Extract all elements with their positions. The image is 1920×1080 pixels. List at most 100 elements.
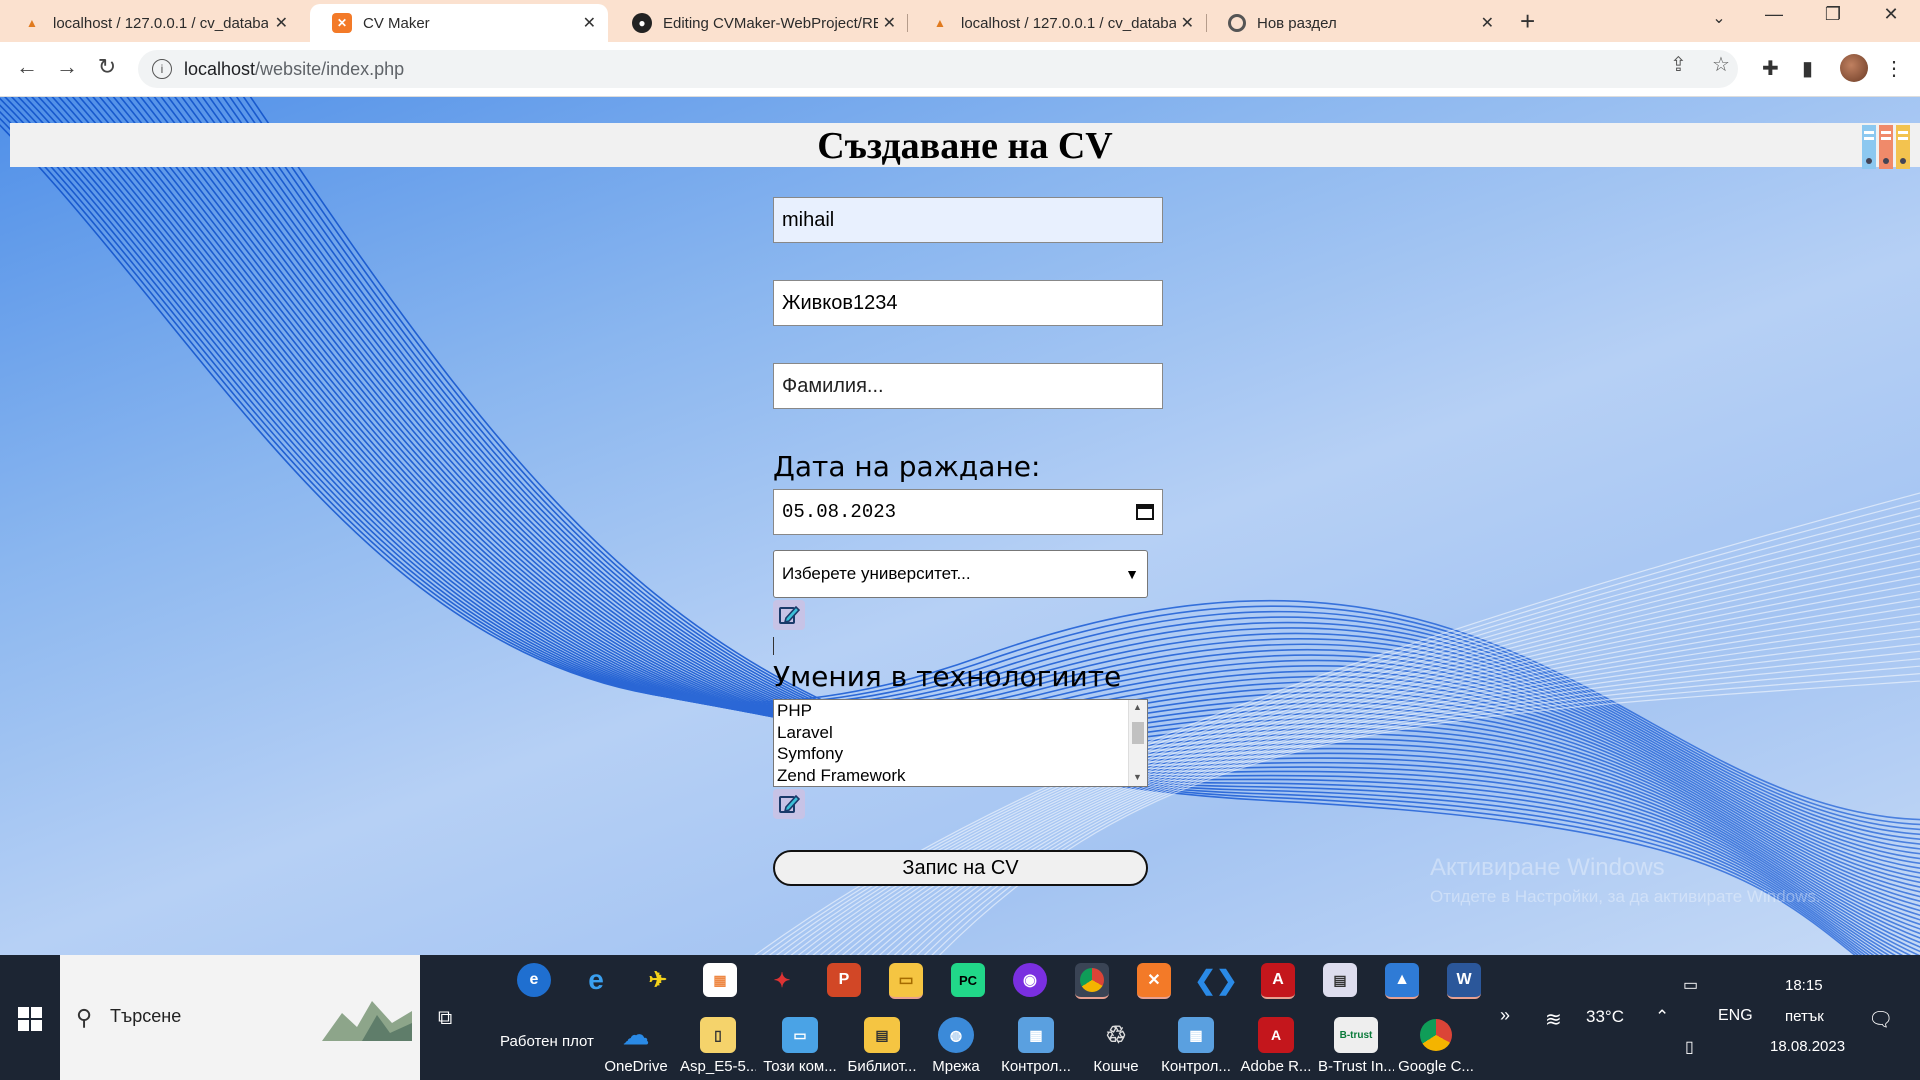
- phpmyadmin-icon: ▲: [934, 16, 946, 30]
- desktop-app-recycle-bin[interactable]: ♲ Кошче: [1078, 1017, 1154, 1076]
- calendar-icon[interactable]: [1136, 504, 1154, 520]
- menu-icon[interactable]: ⋮: [1884, 56, 1904, 81]
- tab-phpmyadmin-1[interactable]: ▲ localhost / 127.0.0.1 / cv_databas ✕: [0, 4, 300, 42]
- notifications-icon[interactable]: 🗨: [1868, 1007, 1893, 1032]
- listbox-scrollbar[interactable]: ▲ ▼: [1128, 700, 1147, 786]
- tab-cv-maker[interactable]: ✕ CV Maker ✕: [310, 4, 608, 42]
- university-select[interactable]: Изберете университет... ▼: [773, 550, 1148, 598]
- side-panel-icon[interactable]: ▮: [1802, 56, 1813, 81]
- edit-university-button[interactable]: [773, 600, 805, 630]
- skill-option[interactable]: Zend Framework: [774, 765, 1147, 787]
- xampp-taskbar-icon[interactable]: ✕: [1137, 963, 1171, 999]
- tab-new-tab[interactable]: Нов раздел ✕: [1206, 4, 1506, 42]
- weather-temperature[interactable]: 33°C: [1586, 1007, 1624, 1027]
- scroll-down-icon[interactable]: ▼: [1133, 772, 1142, 782]
- browser-toolbar: ← → ↻ i localhost/website/index.php ⇪ ☆ …: [0, 42, 1920, 97]
- desktop-app-control-panel-2[interactable]: ▦ Контрол...: [1158, 1017, 1234, 1075]
- task-view-icon[interactable]: ⧉: [438, 1007, 452, 1030]
- device-icon[interactable]: ▯: [1685, 1037, 1694, 1057]
- taskbar-search-box[interactable]: ⚲ Търсене: [60, 955, 420, 1080]
- overflow-chevron-icon[interactable]: »: [1500, 1005, 1510, 1026]
- internet-explorer-icon[interactable]: e: [579, 963, 613, 997]
- edit-skills-button[interactable]: [773, 789, 805, 819]
- weather-icon[interactable]: ≋: [1545, 1007, 1562, 1032]
- birth-date-input[interactable]: 05.08.2023: [773, 489, 1163, 535]
- desktop-app-label: Библиот...: [847, 1058, 917, 1075]
- desktop-app-this-pc[interactable]: ▭ Този ком...: [762, 1017, 838, 1075]
- vscode-icon[interactable]: ❮❯: [1194, 963, 1238, 997]
- scroll-thumb[interactable]: [1132, 722, 1144, 744]
- extensions-icon[interactable]: ✚: [1762, 56, 1779, 81]
- desktop-app-adobe-reader[interactable]: A Adobe R...: [1238, 1017, 1314, 1075]
- desktop-app-google-chrome[interactable]: Google C...: [1398, 1017, 1474, 1075]
- skill-option[interactable]: PHP: [774, 700, 1147, 722]
- desktop-app-b-trust[interactable]: B-trust B-Trust In...: [1318, 1017, 1394, 1075]
- clock-time[interactable]: 18:15: [1785, 977, 1823, 994]
- bookmark-star-icon[interactable]: ☆: [1712, 52, 1730, 77]
- desktop-toolbar-label: Работен плот: [500, 1033, 594, 1050]
- save-cv-button[interactable]: Запис на CV: [773, 850, 1148, 886]
- clock-day[interactable]: петък: [1785, 1008, 1824, 1025]
- middle-name-input[interactable]: Живков1234: [773, 280, 1163, 326]
- clock-date[interactable]: 18.08.2023: [1770, 1038, 1845, 1055]
- site-info-icon[interactable]: i: [152, 59, 172, 79]
- chrome-running-icon[interactable]: [1075, 963, 1109, 999]
- new-tab-button[interactable]: +: [1520, 6, 1535, 37]
- pycharm-icon[interactable]: PC: [951, 963, 985, 997]
- minimize-button[interactable]: —: [1759, 4, 1789, 25]
- reload-button[interactable]: ↻: [92, 54, 122, 80]
- restore-button[interactable]: ❐: [1818, 4, 1848, 25]
- forward-button[interactable]: →: [52, 54, 82, 80]
- powerpoint-icon[interactable]: P: [827, 963, 861, 997]
- desktop-app-label: Adobe R...: [1240, 1058, 1312, 1075]
- github-icon: ●: [632, 13, 652, 33]
- close-icon[interactable]: ✕: [275, 13, 288, 33]
- desktop-app-libraries[interactable]: ▤ Библиот...: [844, 1017, 920, 1075]
- edge-icon[interactable]: e: [517, 963, 551, 997]
- scroll-up-icon[interactable]: ▲: [1133, 702, 1142, 712]
- desktop-app-label: Asp_E5-5...: [680, 1058, 756, 1075]
- tab-phpmyadmin-2[interactable]: ▲ localhost / 127.0.0.1 / cv_databas ✕: [908, 4, 1206, 42]
- search-placeholder: Търсене: [110, 1006, 182, 1026]
- game-app-icon[interactable]: ◉: [1013, 963, 1047, 997]
- close-icon[interactable]: ✕: [583, 13, 596, 33]
- tab-search-icon[interactable]: ⌄: [1704, 8, 1734, 28]
- address-bar[interactable]: i localhost/website/index.php: [138, 50, 1738, 88]
- cloud-icon: ☁: [623, 1019, 649, 1050]
- close-icon[interactable]: ✕: [1181, 13, 1194, 33]
- desktop-app-label: Контрол...: [1161, 1058, 1231, 1075]
- language-indicator[interactable]: ENG: [1718, 1007, 1753, 1025]
- compass-app-icon[interactable]: ✦: [765, 963, 799, 997]
- skills-listbox[interactable]: PHP Laravel Symfony Zend Framework ▲ ▼: [773, 699, 1148, 787]
- close-icon[interactable]: ✕: [883, 13, 896, 33]
- desktop-app-network[interactable]: ◍ Мрежа: [918, 1017, 994, 1075]
- adobe-reader-icon: A: [1258, 1017, 1294, 1053]
- desktop-app-onedrive[interactable]: ☁ OneDrive: [598, 1017, 674, 1076]
- last-name-input[interactable]: Фамилия...: [773, 363, 1163, 409]
- url-text: localhost/website/index.php: [184, 58, 405, 79]
- store-icon[interactable]: ▦: [703, 963, 737, 997]
- crane-app-icon[interactable]: ✈: [641, 963, 675, 997]
- tray-expand-icon[interactable]: ⌃: [1655, 1007, 1669, 1027]
- file-explorer-icon[interactable]: ▭: [889, 963, 923, 999]
- windows-start-icon[interactable]: [18, 1007, 42, 1031]
- pencil-icon: [779, 794, 801, 813]
- tab-label: CV Maker: [363, 14, 430, 32]
- desktop-app-control-panel-1[interactable]: ▦ Контрол...: [998, 1017, 1074, 1075]
- adobe-reader-icon[interactable]: A: [1261, 963, 1295, 999]
- battery-icon[interactable]: ▭: [1683, 975, 1698, 995]
- tab-github[interactable]: ● Editing CVMaker-WebProject/RE ✕: [610, 4, 908, 42]
- close-window-button[interactable]: ✕: [1876, 4, 1906, 25]
- folder-user-icon: ▯: [700, 1017, 736, 1053]
- word-icon[interactable]: W: [1447, 963, 1481, 999]
- back-button[interactable]: ←: [12, 54, 42, 80]
- skill-option[interactable]: Laravel: [774, 722, 1147, 744]
- profile-avatar[interactable]: [1840, 54, 1868, 82]
- skill-option[interactable]: Symfony: [774, 743, 1147, 765]
- photos-icon[interactable]: ▲: [1385, 963, 1419, 999]
- desktop-app-asp[interactable]: ▯ Asp_E5-5...: [680, 1017, 756, 1075]
- share-icon[interactable]: ⇪: [1670, 52, 1687, 77]
- first-name-input[interactable]: mihail: [773, 197, 1163, 243]
- close-icon[interactable]: ✕: [1481, 13, 1494, 33]
- calculator-icon[interactable]: ▤: [1323, 963, 1357, 997]
